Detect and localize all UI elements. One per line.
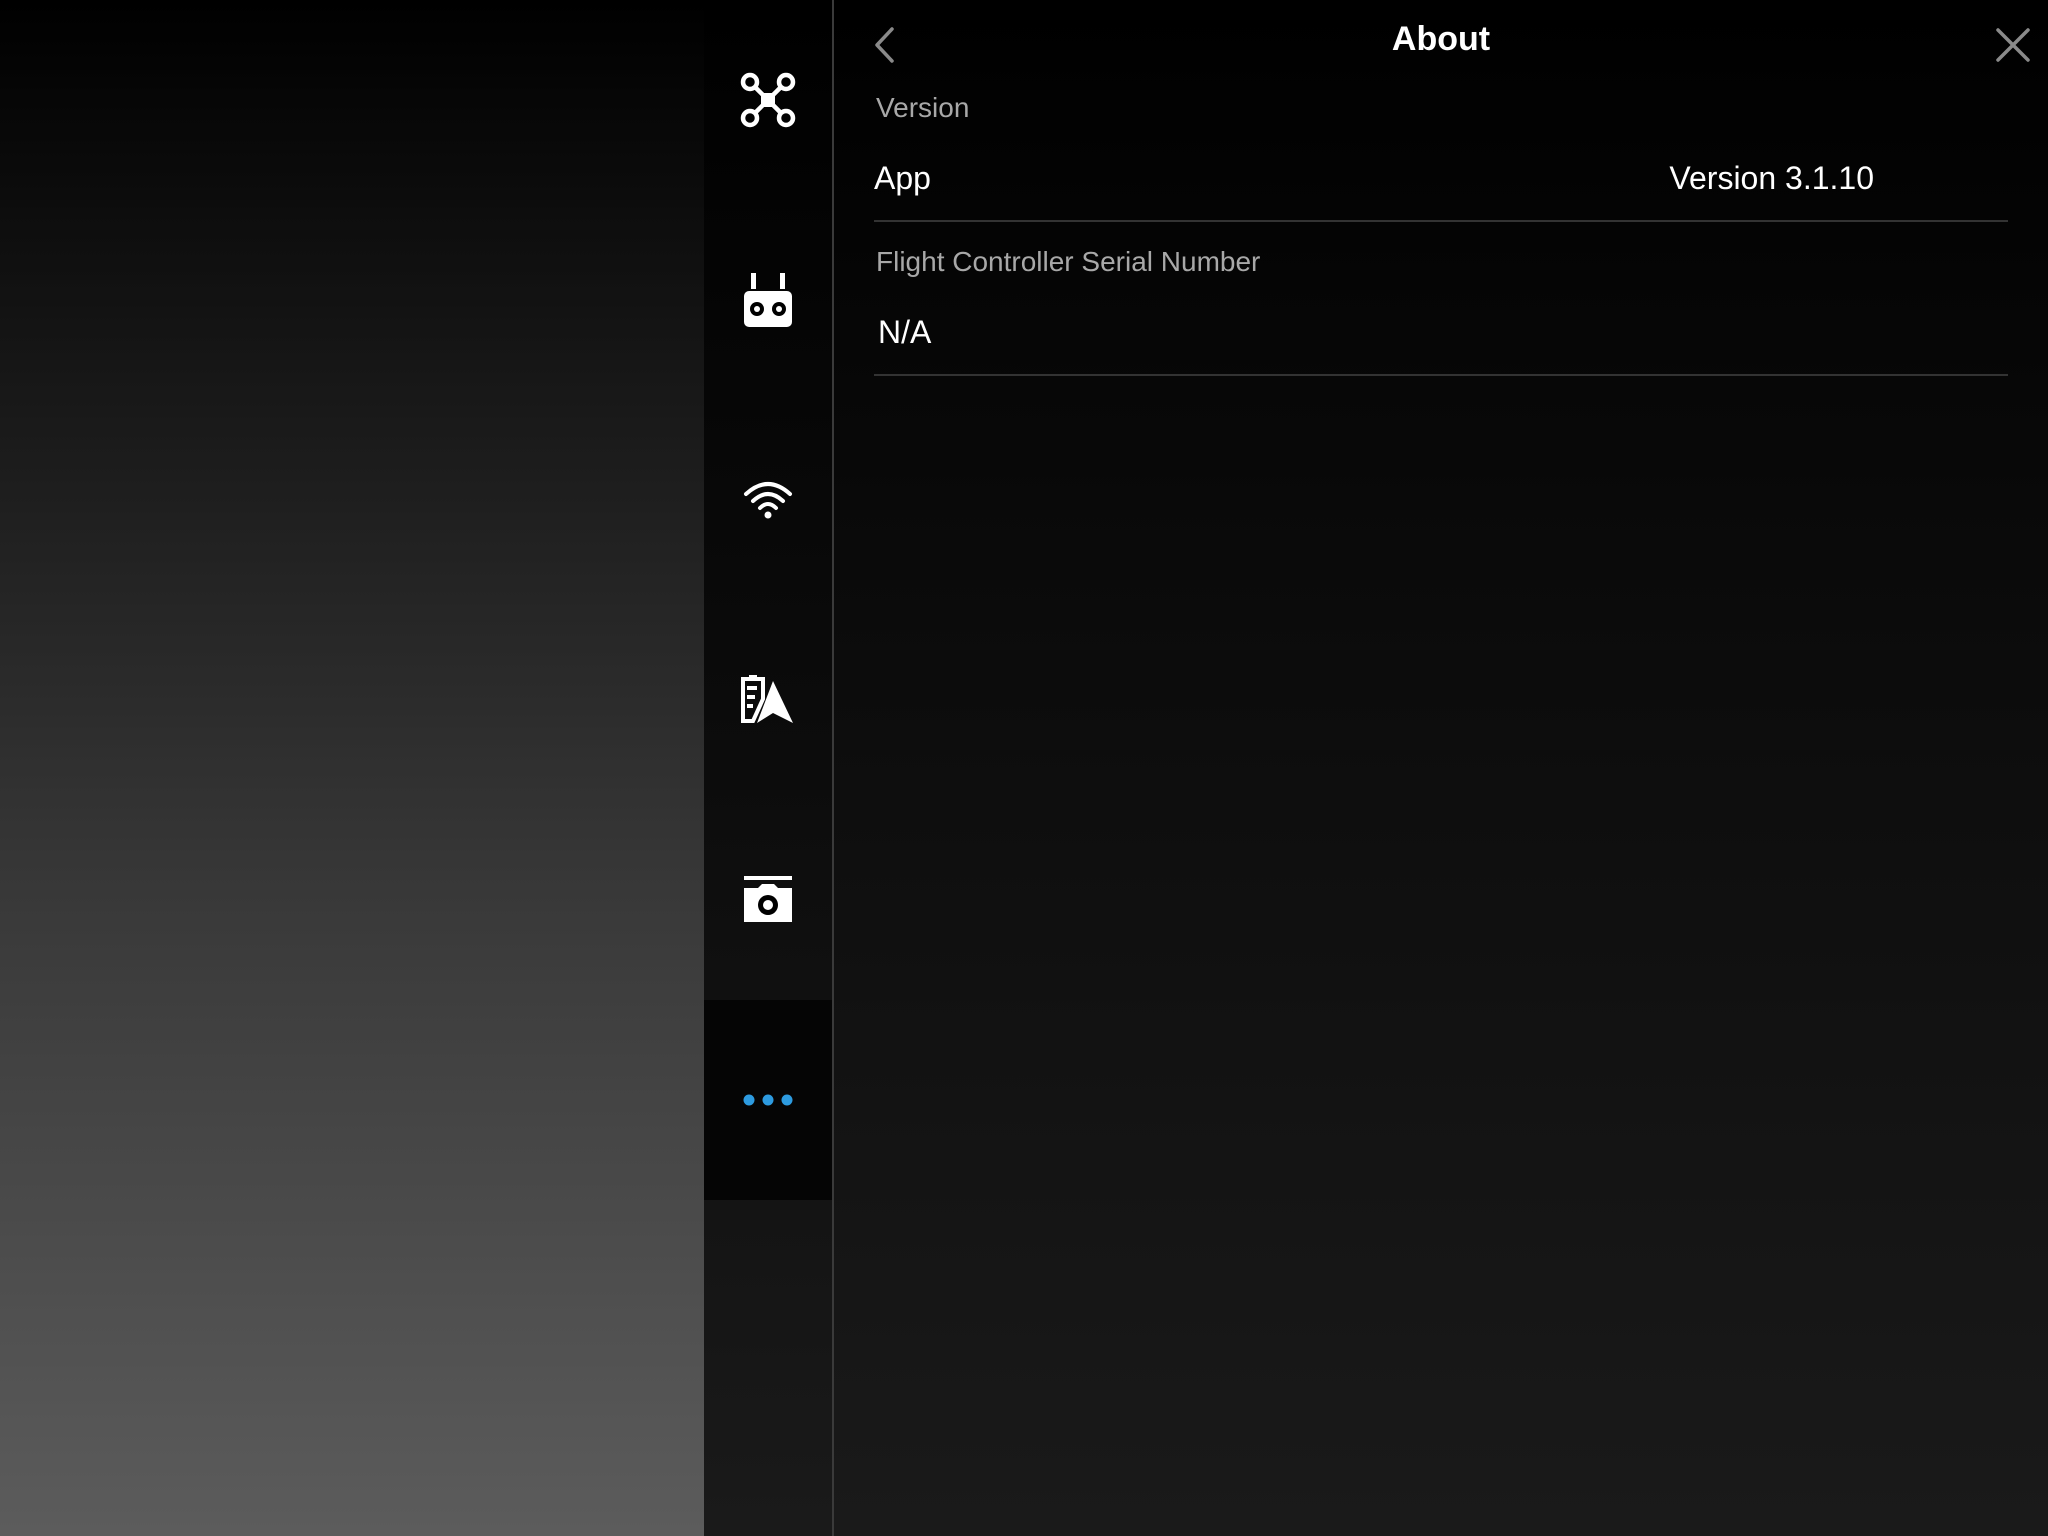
sidebar-item-remote-controller[interactable] [704, 200, 832, 400]
row-divider [874, 220, 2008, 222]
background-overlay [0, 0, 704, 1536]
sidebar-item-transmission[interactable] [704, 400, 832, 600]
panel-header: About [834, 0, 2048, 90]
serial-number-value: N/A [878, 314, 932, 350]
remote-controller-icon [744, 273, 792, 327]
app-label: App [874, 160, 931, 196]
drone-icon [740, 72, 796, 128]
camera-icon [744, 876, 792, 922]
wifi-icon [744, 482, 792, 519]
section-label-serial: Flight Controller Serial Number [876, 246, 1261, 277]
sidebar-item-battery[interactable] [704, 600, 832, 800]
settings-sidebar [704, 0, 832, 1536]
close-icon [1996, 28, 2030, 62]
battery-navigation-icon [741, 675, 793, 723]
serial-number-row: N/A [874, 302, 2008, 372]
sidebar-item-aircraft[interactable] [704, 0, 832, 200]
more-icon [743, 1094, 793, 1106]
close-button[interactable] [1986, 18, 2040, 72]
app-version-row: App Version 3.1.10 [874, 148, 2008, 218]
sidebar-item-more[interactable] [704, 1000, 832, 1200]
page-title: About [1391, 20, 1491, 58]
section-label-version: Version [876, 92, 970, 123]
about-panel: About Version App Version 3.1.10 Flight … [834, 0, 2048, 1536]
app-version-value: Version 3.1.10 [1669, 160, 1874, 196]
sidebar-item-camera[interactable] [704, 800, 832, 1000]
row-divider [874, 374, 2008, 376]
